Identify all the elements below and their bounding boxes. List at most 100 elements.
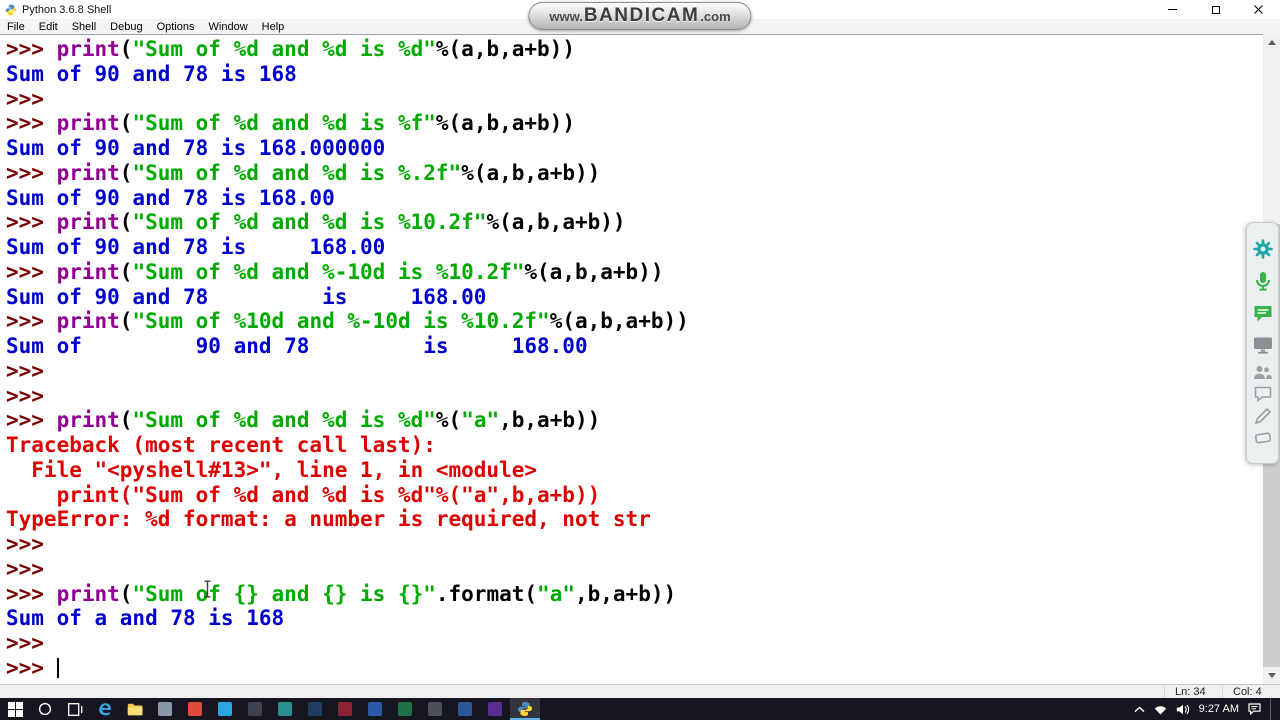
window-controls [1151,0,1280,19]
shell-text-segment: >>> [6,160,57,185]
shell-line: TypeError: %d format: a number is requir… [6,507,1263,532]
shell-text-segment: File "<pyshell#13>", line 1, in <module> [6,457,538,482]
scroll-down-icon [1267,673,1276,678]
menu-shell[interactable]: Shell [65,21,103,33]
shell-text-segment: Traceback (most recent call last): [6,433,436,457]
start-button[interactable] [0,698,30,720]
taskbar: 9:27 AM [0,698,1280,720]
taskbar-app-app-red[interactable] [180,698,210,720]
app-icon [428,702,442,716]
shell-text-segment: %(a,b,a+b)) [549,309,689,334]
taskbar-app-app-gray[interactable] [150,698,180,720]
menu-file[interactable]: File [0,21,32,33]
shell-text-segment: >>> [6,210,57,235]
shell-text-segment: >>> [6,581,57,606]
app-icon [188,702,202,716]
scroll-down-button[interactable] [1263,667,1280,684]
shell-text-segment: Sum of 90 and 78 is 168.00 [6,284,487,309]
menu-help[interactable]: Help [255,21,292,33]
shell-text-segment: %( [435,408,462,433]
eraser-icon[interactable] [1247,427,1278,449]
shell-text-segment: "Sum of %10d and %-10d is %10.2f" [132,309,550,334]
network-icon[interactable] [1154,704,1167,715]
shell-text-segment: >>> [6,556,57,581]
scroll-up-button[interactable] [1263,34,1280,51]
shell-text-segment: >>> [6,309,57,334]
gear-icon[interactable] [1247,233,1278,265]
shell-line: >>> print("Sum of %d and %d is %.2f"%(a,… [6,161,1263,186]
app-icon [308,702,322,716]
taskbar-app-app-navy[interactable] [300,698,330,720]
shell-text-segment: >>> [6,631,57,655]
shell-text-segment: .format( [435,581,538,606]
shell-text-segment: print [56,160,120,185]
clock[interactable]: 9:27 AM [1199,703,1239,715]
taskbar-app-app-dark[interactable] [240,698,270,720]
taskbar-app-idle-python[interactable] [510,698,540,720]
shell-line: >>> print("Sum of %d and %d is %f"%(a,b,… [6,111,1263,136]
shell-line: Sum of 90 and 78 is 168.000000 [6,136,1263,161]
pencil-icon[interactable] [1247,405,1278,427]
watermark-suffix: .com [700,8,731,24]
shell-text-segment: "Sum of %d and %d is %f" [132,111,436,136]
menu-edit[interactable]: Edit [32,21,65,33]
minimize-button[interactable] [1151,0,1194,19]
taskbar-app-app-violet[interactable] [480,698,510,720]
speech-bubble-icon[interactable] [1247,383,1278,405]
maximize-button[interactable] [1194,0,1237,19]
shell-line: File "<pyshell#13>", line 1, in <module> [6,458,1263,483]
shell-text-segment: %(a,b,a+b)) [461,160,601,185]
shell-text-segment: %(a,b,a+b)) [435,111,575,136]
taskbar-app-app-teal[interactable] [270,698,300,720]
taskbar-app-app-blue[interactable] [360,698,390,720]
shell-line: >>> [6,87,1263,112]
shell-text-segment: >>> [6,111,57,136]
system-tray: 9:27 AM [1134,698,1280,720]
bandicam-watermark: www. BANDICAM .com [528,2,752,30]
shell-text-segment: >>> [6,408,57,433]
app-icon [218,702,232,716]
shell-text-segment: >>> [6,532,57,556]
shell-text-segment: "a" [461,408,500,433]
volume-icon[interactable] [1176,704,1190,715]
close-button[interactable] [1237,0,1280,19]
mic-icon[interactable] [1247,265,1278,297]
taskbar-app-app-word[interactable] [450,698,480,720]
taskbar-app-app-slate[interactable] [420,698,450,720]
watermark-brand: BANDICAM [583,5,700,26]
search-button[interactable] [30,698,60,720]
shell-text-segment: >>> [6,37,57,61]
screen-share-icon[interactable] [1247,329,1278,361]
taskbar-app-app-maroon[interactable] [330,698,360,720]
taskbar-app-app-green[interactable] [390,698,420,720]
shell-line: >>> [6,656,1263,681]
menu-window[interactable]: Window [202,21,255,33]
minimize-icon [1168,9,1177,10]
shell-text-segment: ( [119,259,133,284]
shell-text-segment: Sum of 90 and 78 is 168.00 [6,185,335,210]
taskbar-app-edge[interactable] [90,698,120,720]
taskbar-app-app-skype[interactable] [210,698,240,720]
shell-text-segment: print("Sum of %d and %d is %d"%("a",b,a+… [6,482,601,507]
shell-text-segment: print [56,408,120,433]
shell-text-segment: ( [119,160,133,185]
action-center-icon[interactable] [1248,703,1261,715]
task-view-button[interactable] [60,698,90,720]
text-cursor [56,657,59,678]
taskbar-app-file-explorer[interactable] [120,698,150,720]
shell-line: >>> print("Sum of {} and {} is {}".forma… [6,582,1263,607]
menu-options[interactable]: Options [150,21,202,33]
chevron-up-icon[interactable] [1134,705,1145,713]
people-icon[interactable] [1247,361,1278,383]
shell-text-segment: print [56,111,120,136]
menu-debug[interactable]: Debug [103,21,149,33]
shell-line: print("Sum of %d and %d is %d"%("a",b,a+… [6,483,1263,508]
shell-line: >>> print("Sum of %10d and %-10d is %10.… [6,309,1263,334]
shell-text-segment: ( [119,210,133,235]
shell-line: Sum of 90 and 78 is 168.00 [6,285,1263,310]
shell-output[interactable]: >>> print("Sum of %d and %d is %d"%(a,b,… [0,34,1263,684]
show-desktop-button[interactable] [1270,698,1275,720]
chat-icon[interactable] [1247,297,1278,329]
app-icon [488,702,502,716]
window-title: Python 3.6.8 Shell [22,3,112,16]
